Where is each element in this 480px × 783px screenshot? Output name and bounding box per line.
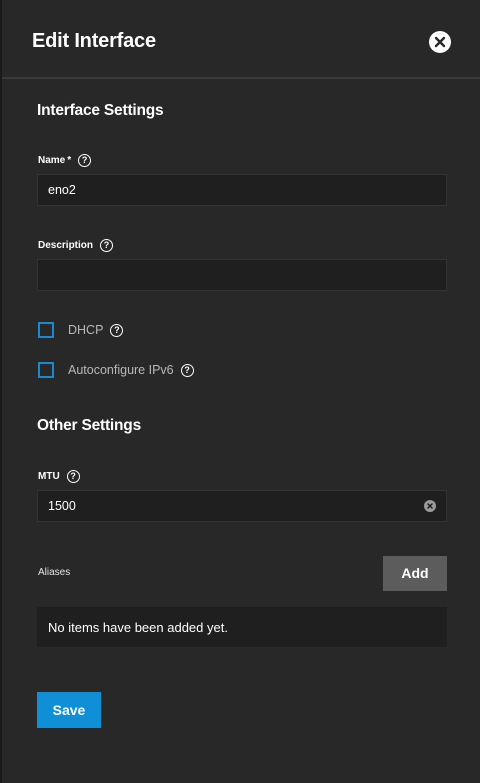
add-alias-button[interactable]: Add bbox=[383, 556, 447, 591]
name-label: Name * ? bbox=[38, 154, 92, 167]
dhcp-checkbox[interactable] bbox=[38, 322, 54, 338]
autoconfigure-ipv6-checkbox[interactable] bbox=[38, 362, 54, 378]
autoconfigure-ipv6-row: Autoconfigure IPv6 ? bbox=[38, 362, 194, 378]
close-button[interactable] bbox=[429, 31, 451, 53]
close-icon bbox=[434, 36, 446, 48]
help-icon[interactable]: ? bbox=[100, 239, 114, 252]
dhcp-label: DHCP bbox=[68, 323, 104, 337]
autoconfigure-ipv6-label: Autoconfigure IPv6 bbox=[68, 363, 174, 377]
save-button[interactable]: Save bbox=[37, 692, 101, 728]
section-title-other-settings: Other Settings bbox=[37, 417, 141, 434]
aliases-empty-message: No items have been added yet. bbox=[37, 607, 447, 647]
description-field[interactable] bbox=[37, 259, 447, 291]
mtu-label: MTU ? bbox=[38, 470, 80, 483]
mtu-value: 1500 bbox=[48, 499, 76, 513]
required-marker: * bbox=[67, 155, 72, 166]
description-label: Description ? bbox=[38, 239, 114, 252]
name-field[interactable]: eno2 bbox=[37, 174, 447, 206]
dhcp-row: DHCP ? bbox=[38, 322, 124, 338]
mtu-field[interactable]: 1500 bbox=[37, 490, 447, 522]
help-icon[interactable]: ? bbox=[110, 323, 124, 337]
clear-icon[interactable] bbox=[424, 500, 436, 512]
help-icon[interactable]: ? bbox=[78, 154, 92, 167]
help-icon[interactable]: ? bbox=[180, 363, 194, 377]
section-title-interface-settings: Interface Settings bbox=[37, 102, 164, 119]
aliases-label: Aliases bbox=[38, 567, 71, 578]
description-label-text: Description bbox=[38, 240, 94, 251]
panel-header: Edit Interface bbox=[2, 0, 480, 79]
page-title: Edit Interface bbox=[32, 30, 156, 52]
edit-interface-panel: Edit Interface Interface Settings Name *… bbox=[0, 0, 480, 783]
mtu-label-text: MTU bbox=[38, 471, 60, 482]
help-icon[interactable]: ? bbox=[66, 470, 80, 483]
name-label-text: Name bbox=[38, 155, 66, 166]
